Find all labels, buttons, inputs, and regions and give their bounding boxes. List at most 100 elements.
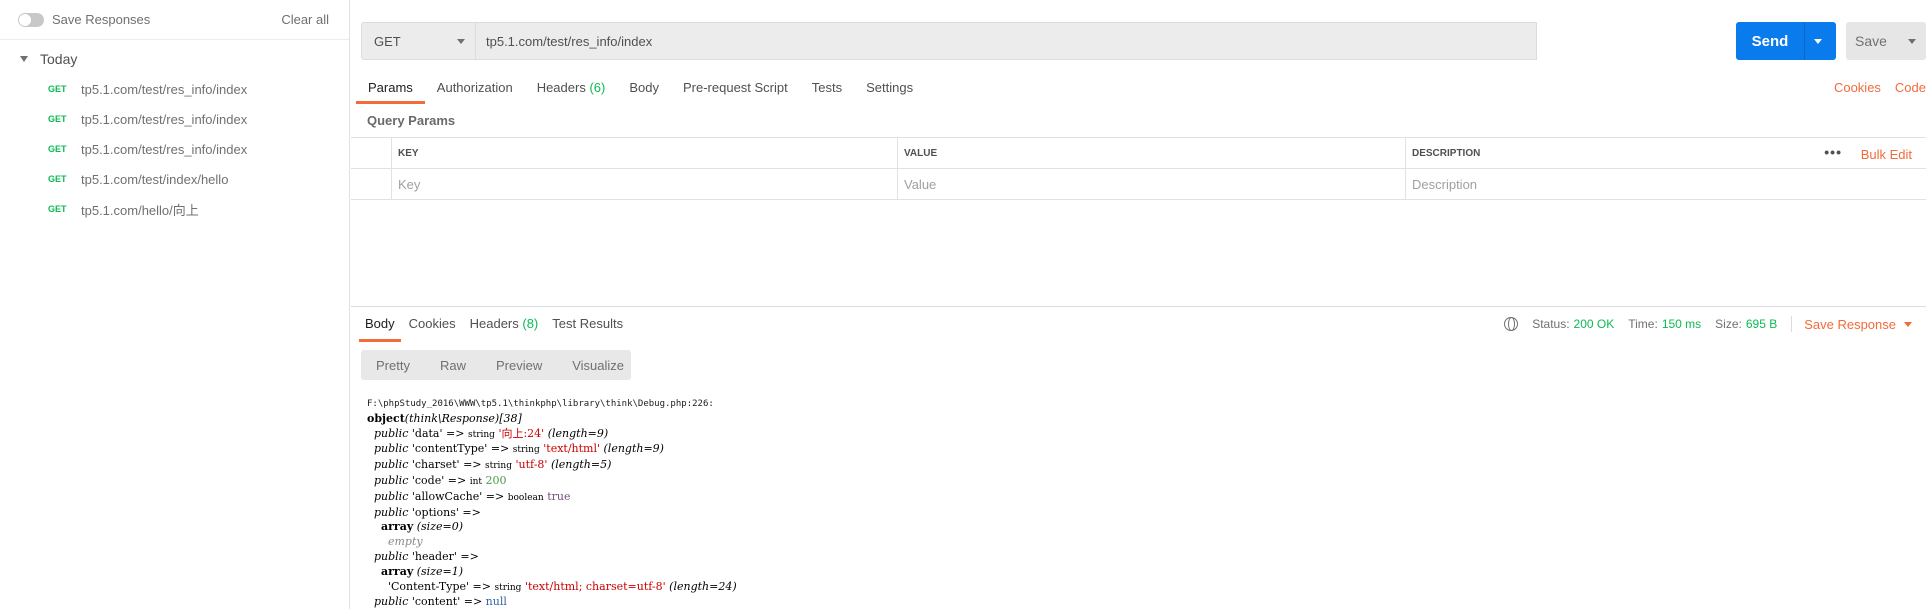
code-key: 'contentType'	[411, 442, 488, 456]
tab-test-results[interactable]: Test Results	[546, 314, 629, 342]
tab-params[interactable]: Params	[356, 76, 425, 104]
code-key: 'header'	[411, 549, 457, 563]
send-label: Send	[1751, 32, 1789, 50]
send-button[interactable]: Send	[1736, 22, 1836, 60]
bulk-edit-link[interactable]: Bulk Edit	[1861, 147, 1912, 162]
code-arrow: =>	[485, 489, 505, 503]
caret-down-icon	[20, 56, 28, 62]
key-column-header: KEY	[391, 138, 897, 168]
key-placeholder: Key	[398, 176, 421, 192]
url-input[interactable]: tp5.1.com/test/res_info/index	[475, 22, 1537, 60]
send-divider	[1804, 22, 1805, 60]
save-response-button[interactable]: Save Response	[1804, 317, 1896, 332]
code-keyword: object	[367, 411, 405, 425]
status-value[interactable]: 200 OK	[1574, 317, 1615, 331]
history-item[interactable]: GET tp5.1.com/test/res_info/index	[0, 74, 349, 104]
response-status-bar: Status: 200 OK Time: 150 ms Size: 695 B …	[1504, 314, 1912, 334]
method-value: GET	[374, 33, 401, 49]
code-link[interactable]: Code	[1895, 76, 1926, 100]
tab-body[interactable]: Body	[617, 76, 671, 104]
response-preview: F:\phpStudy_2016\WWW\tp5.1\thinkphp\libr…	[367, 396, 1926, 609]
code-key: 'options'	[411, 505, 459, 519]
save-options-chevron-icon[interactable]	[1908, 38, 1916, 44]
row-checkbox-cell	[351, 169, 391, 199]
history-item[interactable]: GET tp5.1.com/test/res_info/index	[0, 104, 349, 134]
clear-all-button[interactable]: Clear all	[281, 12, 329, 27]
code-null: null	[485, 595, 507, 609]
value-input[interactable]: Value	[897, 169, 1405, 199]
time-value[interactable]: 150 ms	[1662, 317, 1701, 331]
code-int: 200	[485, 473, 507, 487]
debug-path: F:\phpStudy_2016\WWW\tp5.1\thinkphp\libr…	[367, 399, 714, 409]
code-string: 'text/html'	[543, 442, 601, 456]
code-arrow: =>	[446, 426, 465, 440]
view-pretty[interactable]: Pretty	[361, 358, 425, 373]
code-size: (size=0)	[416, 520, 464, 534]
tab-prerequest-script[interactable]: Pre-request Script	[671, 76, 800, 104]
code-length: (length=5)	[550, 458, 612, 472]
history-item[interactable]: GET tp5.1.com/test/index/hello	[0, 164, 349, 194]
method-select[interactable]: GET	[361, 22, 476, 60]
tab-response-cookies[interactable]: Cookies	[403, 314, 462, 342]
key-input[interactable]: Key	[391, 169, 897, 199]
value-column-header: VALUE	[897, 138, 1405, 168]
view-raw[interactable]: Raw	[425, 358, 481, 373]
request-bar: GET tp5.1.com/test/res_info/index Send S…	[361, 22, 1926, 60]
globe-icon[interactable]	[1504, 317, 1519, 331]
save-button[interactable]: Save	[1846, 22, 1926, 60]
send-options-chevron-icon[interactable]	[1814, 38, 1822, 44]
code-type: string	[485, 461, 512, 472]
tab-response-body[interactable]: Body	[359, 314, 401, 342]
description-input[interactable]: Description	[1405, 169, 1926, 199]
history-method: GET	[48, 174, 67, 184]
more-options-icon[interactable]: •••	[1824, 144, 1842, 160]
code-type: string	[494, 582, 522, 593]
history-item[interactable]: GET tp5.1.com/hello/向上	[0, 194, 349, 224]
chevron-down-icon	[457, 39, 465, 44]
chevron-down-icon[interactable]	[1904, 321, 1912, 327]
code-type: int	[469, 476, 482, 487]
code-type: string	[467, 429, 495, 440]
tab-settings[interactable]: Settings	[854, 76, 925, 104]
history-group-today[interactable]: Today	[0, 44, 349, 74]
tab-response-headers[interactable]: Headers (8)	[464, 314, 545, 342]
tab-headers[interactable]: Headers (6)	[525, 76, 618, 104]
description-column-header: DESCRIPTION ••• Bulk Edit	[1405, 138, 1926, 168]
code-arrow: =>	[472, 579, 491, 593]
code-visibility: public	[374, 595, 409, 609]
size-value[interactable]: 695 B	[1746, 317, 1777, 331]
code-key: 'content'	[411, 595, 461, 609]
history-method: GET	[48, 114, 67, 124]
tab-authorization[interactable]: Authorization	[425, 76, 525, 104]
save-label: Save	[1855, 33, 1887, 49]
code-length: (length=24)	[669, 579, 737, 593]
history-sidebar: Save Responses Clear all Today GET tp5.1…	[0, 0, 350, 609]
tab-tests[interactable]: Tests	[800, 76, 854, 104]
description-placeholder: Description	[1412, 176, 1478, 192]
code-visibility: public	[374, 442, 409, 456]
code-empty: empty	[387, 535, 423, 549]
code-key: 'code'	[411, 473, 445, 487]
code-string: '向上:24'	[498, 426, 545, 440]
view-visualize[interactable]: Visualize	[557, 358, 639, 373]
code-type: boolean	[507, 492, 544, 503]
code-size: (size=1)	[416, 564, 464, 578]
cookies-link[interactable]: Cookies	[1834, 76, 1881, 100]
request-links: Cookies Code	[1834, 76, 1926, 100]
save-responses-toggle[interactable]	[18, 12, 44, 27]
code-key: 'Content-Type'	[387, 579, 470, 593]
table-row: Key Value Description	[351, 169, 1926, 200]
code-string: 'text/html; charset=utf-8'	[524, 579, 666, 593]
view-preview[interactable]: Preview	[481, 358, 557, 373]
code-keyword: array	[381, 564, 414, 578]
checkbox-column-header	[351, 138, 391, 168]
code-boolean: true	[547, 489, 571, 503]
history-method: GET	[48, 84, 67, 94]
code-visibility: public	[374, 426, 409, 440]
code-key: 'data'	[411, 426, 443, 440]
pane-divider[interactable]	[351, 306, 1926, 307]
code-keyword: array	[381, 520, 414, 534]
query-params-title: Query Params	[367, 113, 456, 128]
history-item[interactable]: GET tp5.1.com/test/res_info/index	[0, 134, 349, 164]
history-url: tp5.1.com/test/res_info/index	[81, 141, 248, 157]
